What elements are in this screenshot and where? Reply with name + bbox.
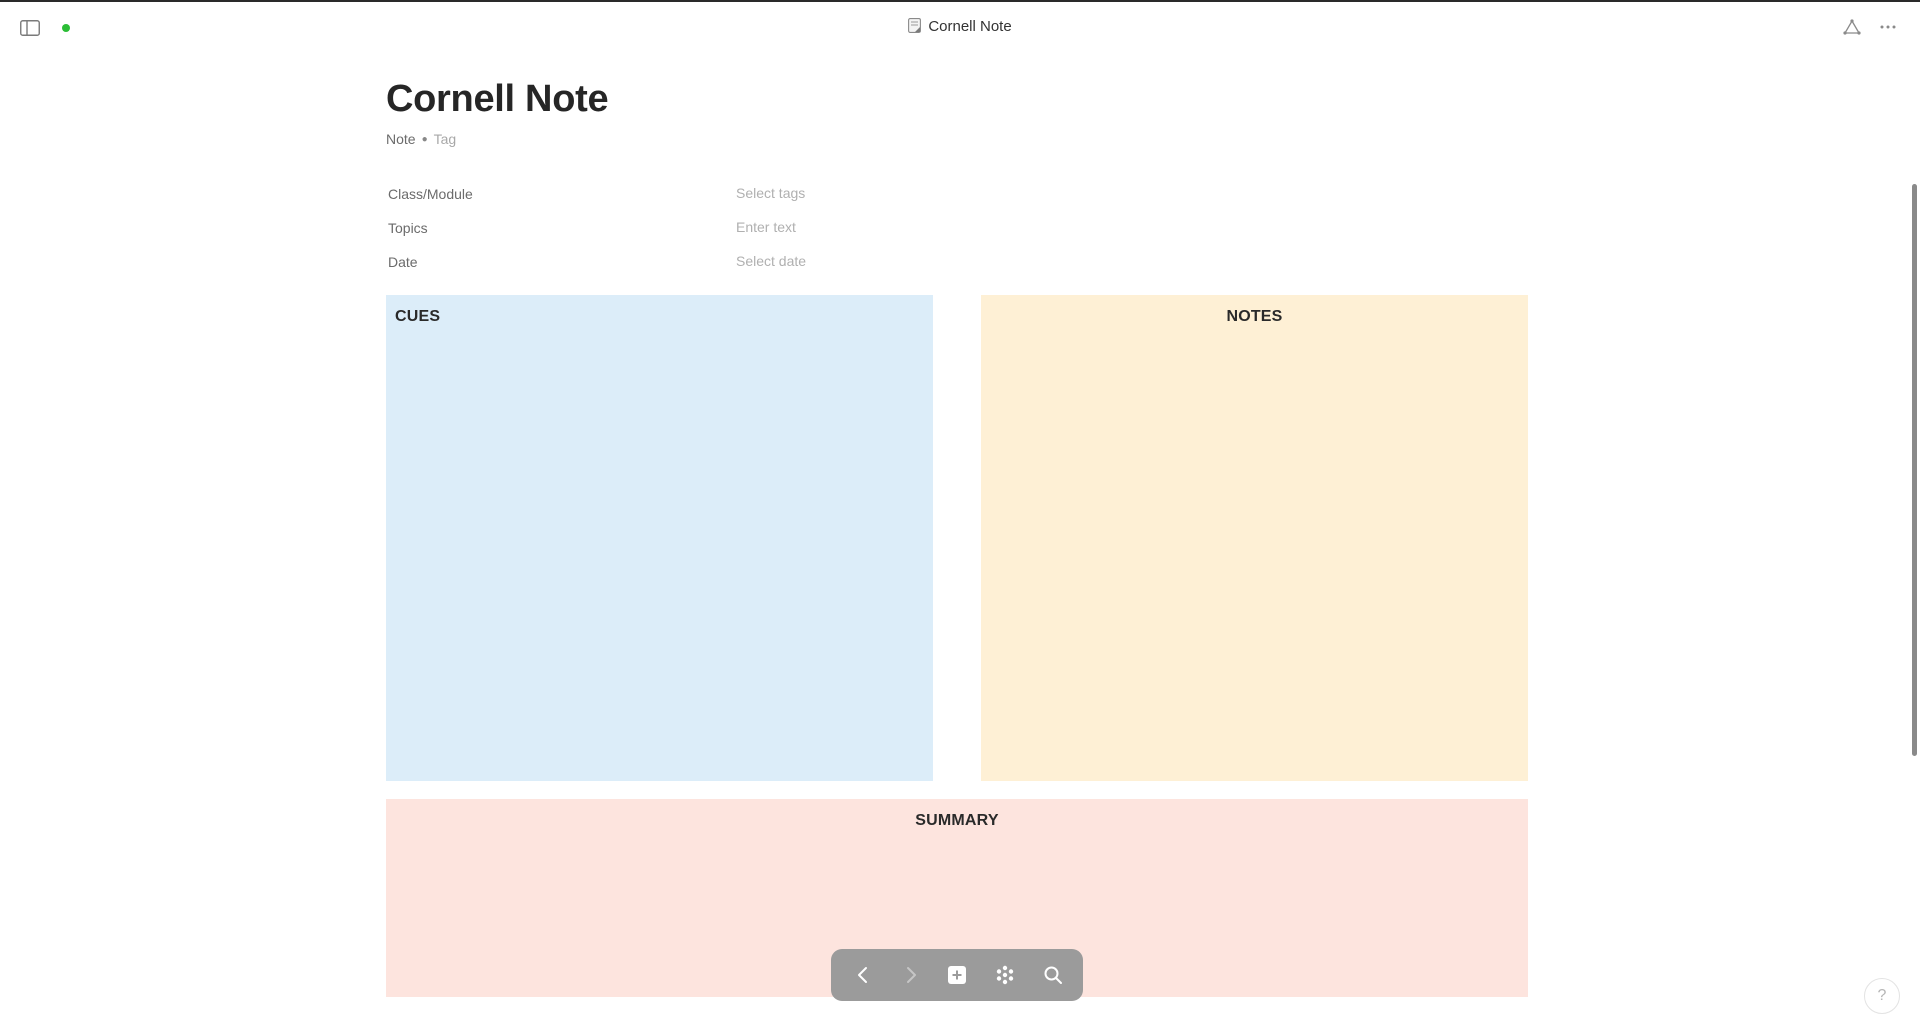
more-options-icon[interactable] [1878, 18, 1898, 36]
graph-icon[interactable] [993, 963, 1017, 987]
property-label: Date [388, 254, 418, 270]
page-meta: Note ● Tag [386, 131, 456, 147]
help-button[interactable]: ? [1864, 978, 1900, 1014]
note-icon [908, 18, 922, 33]
meta-separator: ● [421, 134, 428, 145]
class-module-select[interactable]: Select tags [736, 185, 805, 201]
cues-section[interactable]: CUES [386, 295, 933, 781]
date-select[interactable]: Select date [736, 253, 806, 269]
window-title: Cornell Note [0, 18, 1920, 35]
forward-icon[interactable] [899, 963, 923, 987]
property-label: Topics [388, 220, 428, 236]
tag-field[interactable]: Tag [434, 131, 457, 147]
back-icon[interactable] [851, 963, 875, 987]
share-icon[interactable] [1842, 18, 1862, 36]
scrollbar[interactable] [1910, 40, 1920, 1025]
cues-heading: CUES [395, 308, 441, 325]
summary-heading: SUMMARY [915, 812, 999, 829]
scrollbar-thumb[interactable] [1912, 184, 1917, 756]
notes-section[interactable]: NOTES [981, 295, 1528, 781]
notes-heading: NOTES [1226, 308, 1283, 325]
page-type-label[interactable]: Note [386, 131, 416, 147]
window-title-text: Cornell Note [928, 18, 1012, 35]
page-title[interactable]: Cornell Note [386, 78, 609, 121]
search-icon[interactable] [1041, 963, 1065, 987]
window-top-border [0, 0, 1920, 2]
bottom-toolbar [831, 949, 1083, 1001]
add-icon[interactable] [945, 963, 969, 987]
topics-input[interactable]: Enter text [736, 219, 796, 235]
property-label: Class/Module [388, 186, 473, 202]
